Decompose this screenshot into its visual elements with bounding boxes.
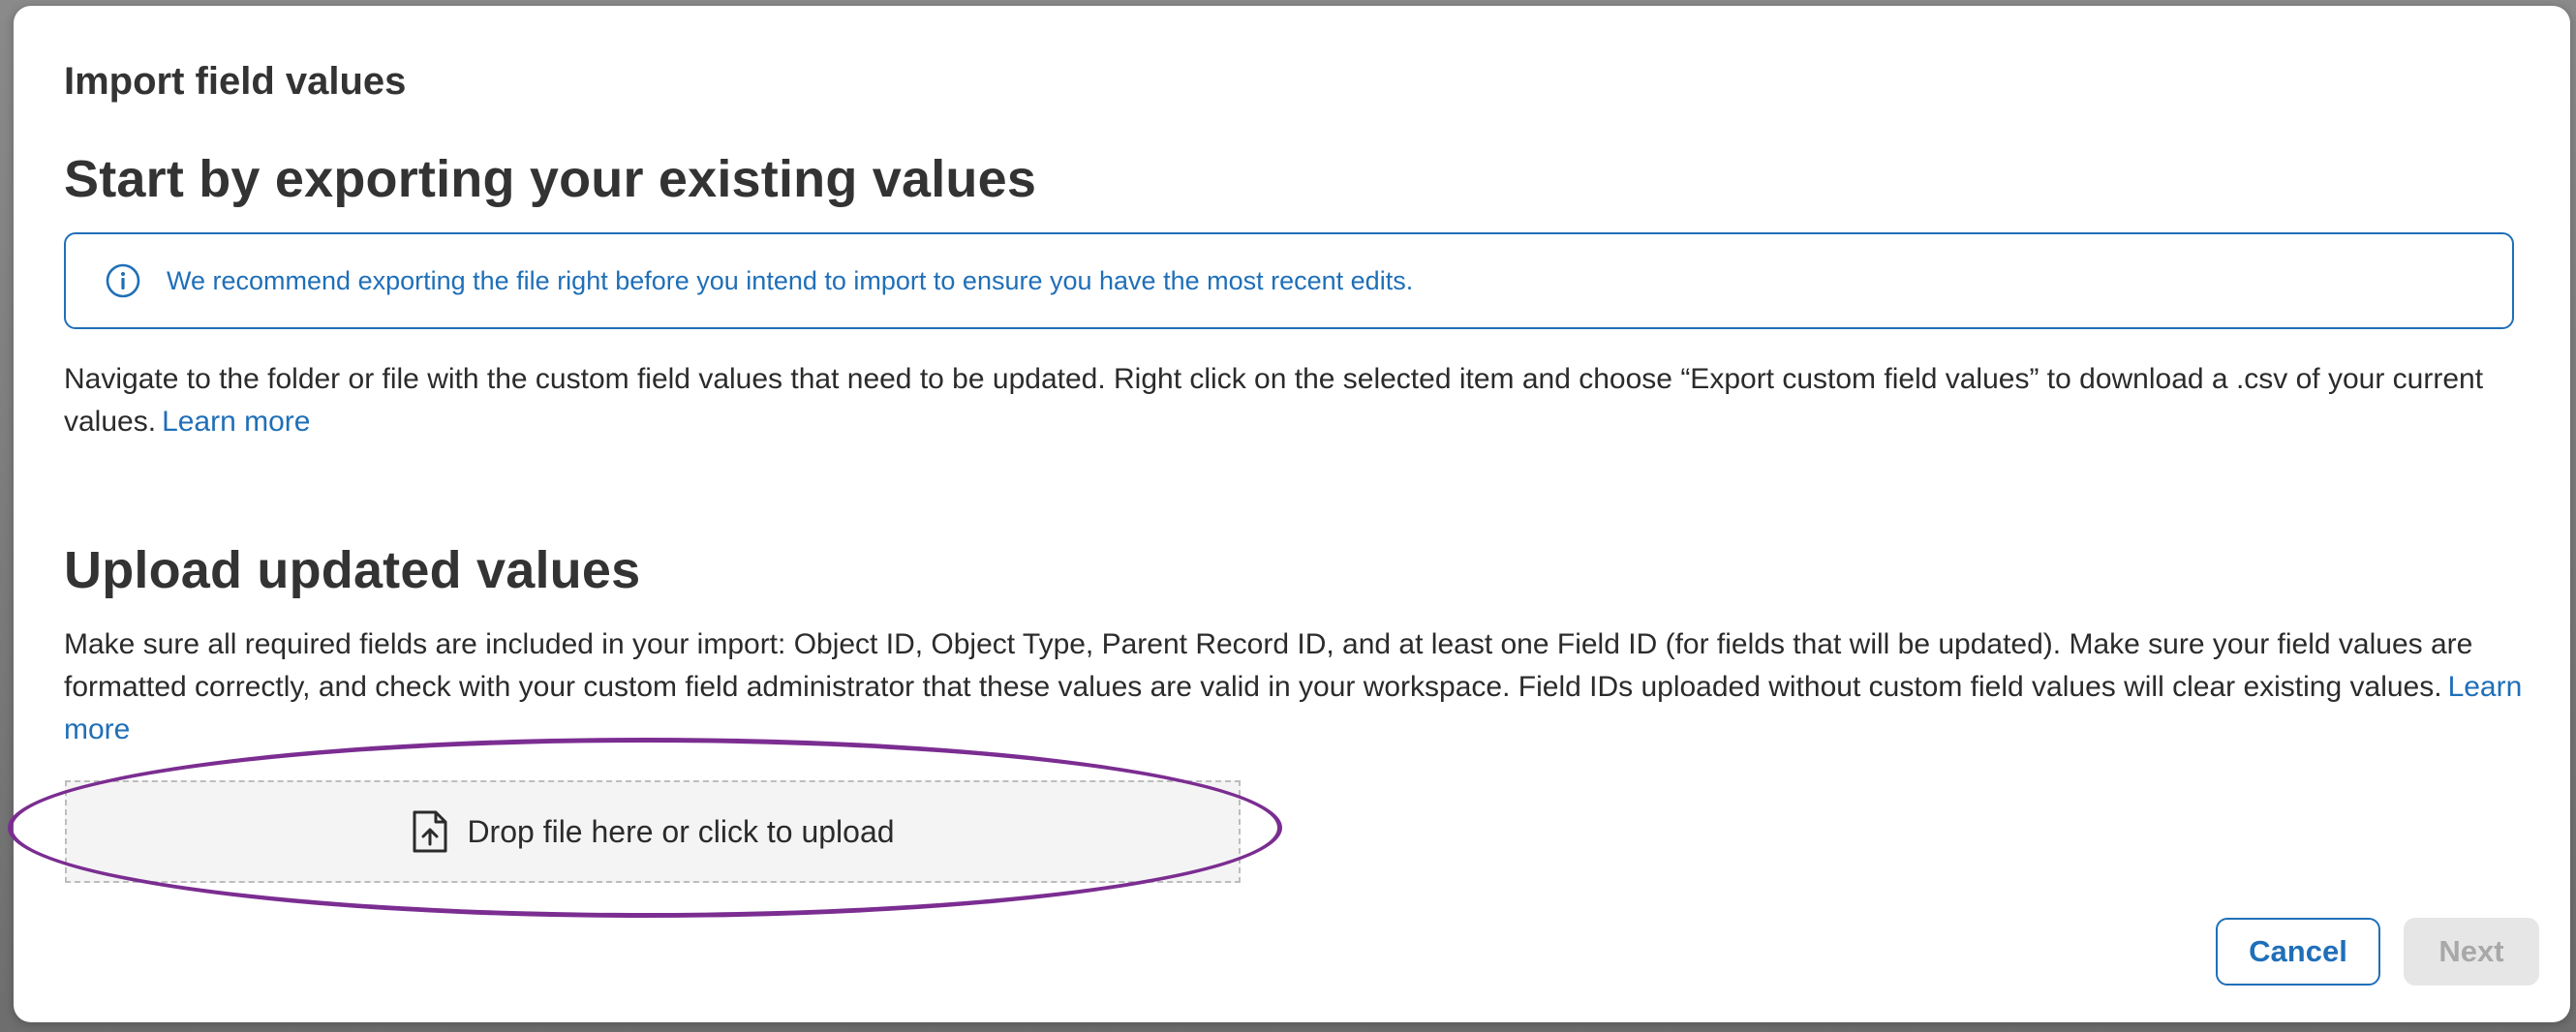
next-button[interactable]: Next [2404, 918, 2539, 986]
info-circle-icon [105, 262, 141, 299]
upload-section-heading: Upload updated values [64, 541, 641, 599]
upload-description: Make sure all required fields are includ… [64, 628, 2473, 703]
dropzone-label: Drop file here or click to upload [467, 813, 895, 849]
export-description: Navigate to the folder or file with the … [64, 363, 2484, 438]
cancel-button[interactable]: Cancel [2216, 918, 2380, 986]
dialog-title: Import field values [64, 60, 407, 103]
import-field-values-dialog: Import field values Start by exporting y… [14, 6, 2570, 1022]
info-banner-text: We recommend exporting the file right be… [167, 265, 1414, 295]
file-upload-icon [411, 809, 449, 854]
screen-backdrop: Import field values Start by exporting y… [0, 0, 2576, 1032]
export-instructions: Navigate to the folder or file with the … [64, 358, 2524, 443]
upload-instructions: Make sure all required fields are includ… [64, 623, 2524, 751]
file-dropzone[interactable]: Drop file here or click to upload [65, 780, 1241, 883]
export-section-heading: Start by exporting your existing values [64, 150, 1037, 208]
export-learn-more-link[interactable]: Learn more [162, 406, 310, 438]
info-banner: We recommend exporting the file right be… [64, 232, 2514, 329]
